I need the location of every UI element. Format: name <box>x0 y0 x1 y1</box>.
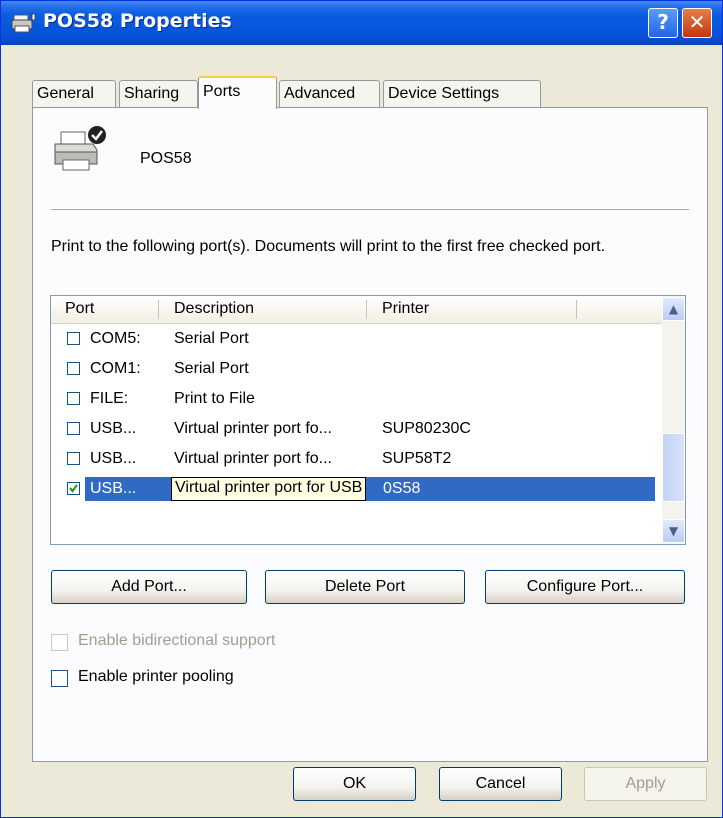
ports-instructions: Print to the following port(s). Document… <box>51 238 606 255</box>
port-checkbox[interactable] <box>67 332 80 345</box>
port-checkbox-checked[interactable] <box>67 482 80 495</box>
scroll-thumb[interactable] <box>662 433 685 502</box>
ports-list[interactable]: Port Description Printer COM5: Serial Po… <box>50 295 686 545</box>
separator <box>51 209 689 210</box>
port-checkbox[interactable] <box>67 452 80 465</box>
properties-window: POS58 Properties ? ✕ General Sharing Por… <box>0 0 723 818</box>
pooling-label[interactable]: Enable printer pooling <box>78 668 234 686</box>
help-button[interactable]: ? <box>648 8 678 38</box>
description-tooltip: Virtual printer port for USB <box>171 477 367 501</box>
port-name: COM5: <box>90 330 141 347</box>
tab-advanced[interactable]: Advanced <box>279 80 380 108</box>
ok-button[interactable]: OK <box>293 767 416 801</box>
port-row[interactable]: USB... Virtual printer port fo... SUP58T… <box>51 445 662 475</box>
bidirectional-option: Enable bidirectional support <box>51 631 371 655</box>
ports-list-header: Port Description Printer <box>51 296 662 324</box>
tab-ports[interactable]: Ports <box>198 76 277 109</box>
apply-button: Apply <box>584 767 707 801</box>
port-row[interactable]: USB... Virtual printer port fo... SUP802… <box>51 415 662 445</box>
tab-sharing[interactable]: Sharing <box>119 80 198 108</box>
column-divider[interactable] <box>158 300 159 319</box>
port-checkbox[interactable] <box>67 362 80 375</box>
port-row-selected[interactable]: USB... 0S58 Virtual printer port for USB <box>51 475 662 505</box>
port-row[interactable]: COM5: Serial Port <box>51 325 662 355</box>
port-name: USB... <box>90 420 137 437</box>
port-description: Serial Port <box>174 360 249 377</box>
checkmark-icon <box>69 484 78 493</box>
port-name: USB... <box>90 450 137 467</box>
printer-app-icon <box>11 13 36 33</box>
title-bar[interactable]: POS58 Properties ? ✕ <box>1 1 722 45</box>
port-checkbox[interactable] <box>67 422 80 435</box>
bidirectional-label: Enable bidirectional support <box>78 632 276 649</box>
printer-name: POS58 <box>140 150 192 167</box>
ports-tab-panel: POS58 Print to the following port(s). Do… <box>32 107 708 762</box>
column-divider[interactable] <box>576 300 577 319</box>
port-row[interactable]: FILE: Print to File <box>51 385 662 415</box>
column-header-port[interactable]: Port <box>65 300 94 318</box>
tab-general[interactable]: General <box>32 80 116 108</box>
port-row[interactable]: COM1: Serial Port <box>51 355 662 385</box>
port-description: Virtual printer port fo... <box>174 450 332 467</box>
port-description: Print to File <box>174 390 255 407</box>
printer-icon <box>54 126 106 171</box>
window-title: POS58 Properties <box>43 10 232 32</box>
port-name: FILE: <box>90 390 129 407</box>
port-name: USB... <box>90 480 137 497</box>
port-description: Virtual printer port fo... <box>174 420 332 437</box>
port-description: Serial Port <box>174 330 249 347</box>
column-divider[interactable] <box>366 300 367 319</box>
tab-device-settings[interactable]: Device Settings <box>383 80 541 108</box>
pooling-checkbox[interactable] <box>51 670 68 687</box>
delete-port-button[interactable]: Delete Port <box>265 570 465 604</box>
vertical-scrollbar[interactable]: ▲ ▼ <box>662 296 685 544</box>
column-header-printer[interactable]: Printer <box>382 300 429 318</box>
cancel-button[interactable]: Cancel <box>439 767 562 801</box>
pooling-option[interactable]: Enable printer pooling <box>51 667 371 691</box>
port-checkbox[interactable] <box>67 392 80 405</box>
port-printer: SUP58T2 <box>382 450 452 467</box>
column-header-description[interactable]: Description <box>174 300 254 318</box>
port-printer: SUP80230C <box>382 420 471 437</box>
close-button[interactable]: ✕ <box>682 8 712 38</box>
scroll-down-button[interactable]: ▼ <box>662 519 685 543</box>
add-port-button[interactable]: Add Port... <box>51 570 247 604</box>
scroll-up-button[interactable]: ▲ <box>662 297 685 321</box>
dialog-body: General Sharing Ports Advanced Device Se… <box>1 45 722 817</box>
port-printer: 0S58 <box>383 480 421 497</box>
configure-port-button[interactable]: Configure Port... <box>485 570 685 604</box>
port-name: COM1: <box>90 360 141 377</box>
bidirectional-checkbox <box>51 634 68 651</box>
